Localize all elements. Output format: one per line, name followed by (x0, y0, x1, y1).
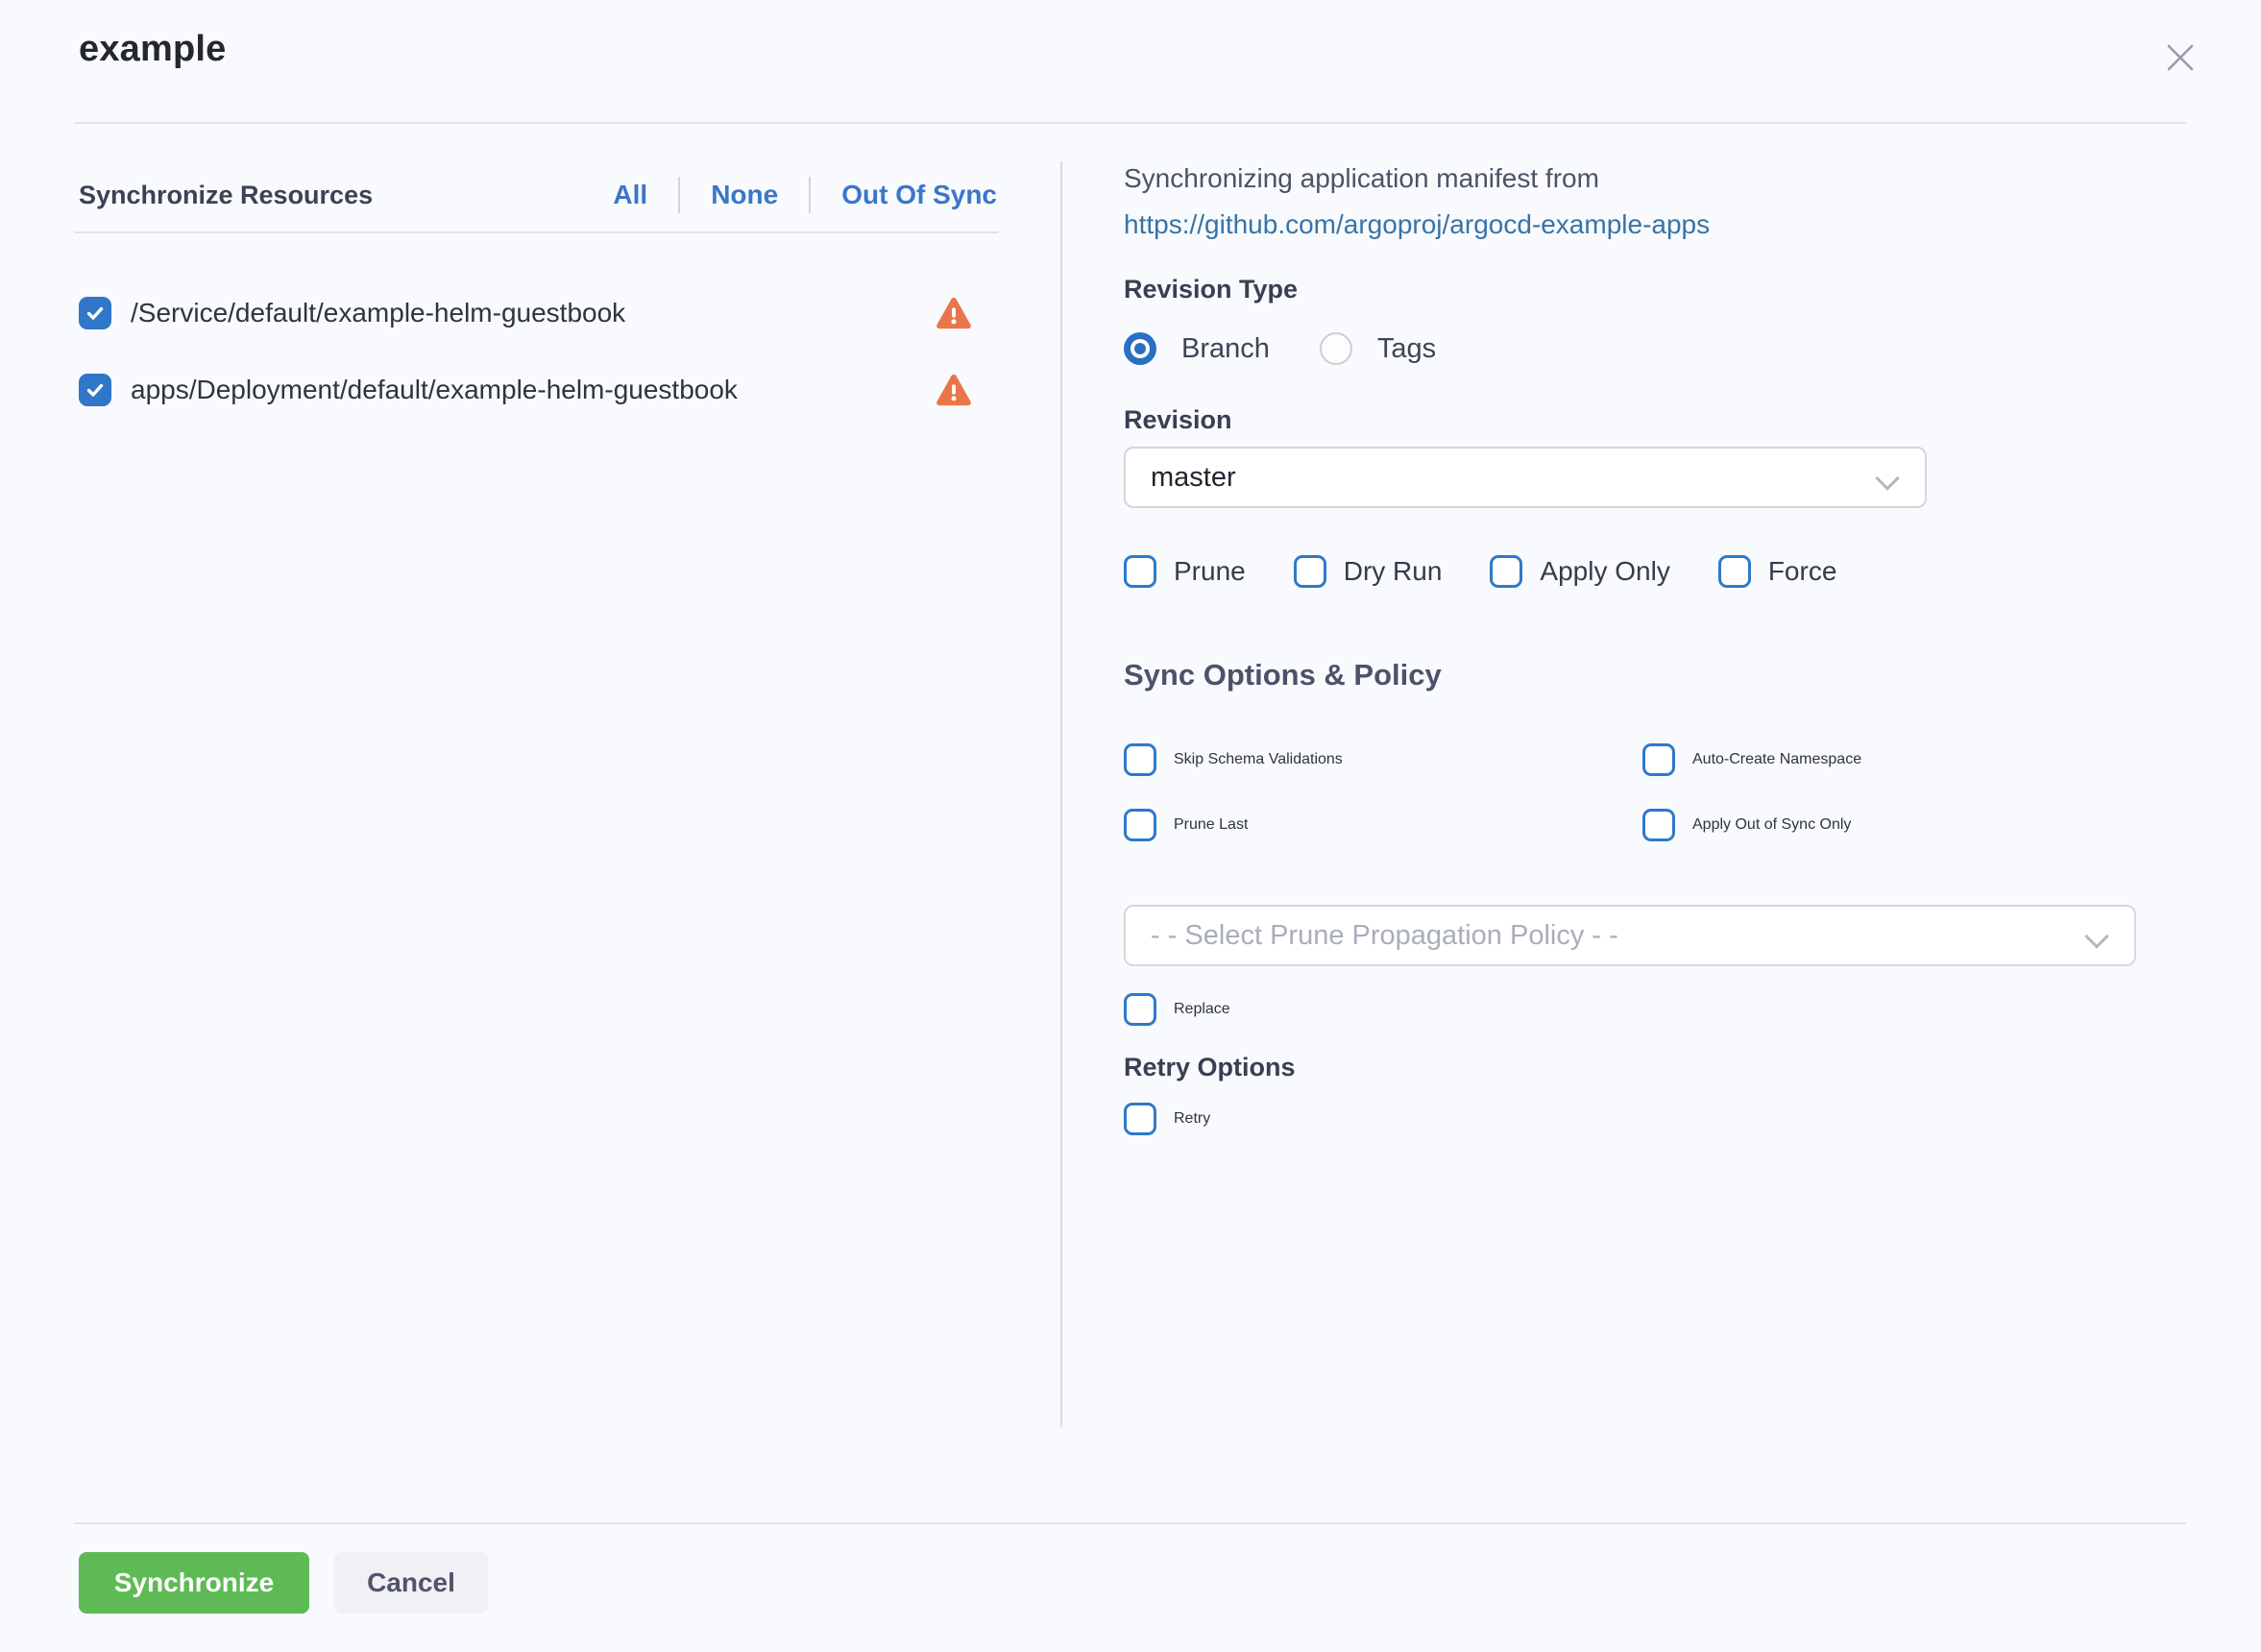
revision-type-radios: Branch Tags (1124, 327, 1461, 371)
tags-radio[interactable] (1320, 332, 1352, 365)
dry-run-checkbox-group: Dry Run (1294, 555, 1443, 588)
revision-type-label: Revision Type (1124, 275, 1298, 304)
resource-name: apps/Deployment/default/example-helm-gue… (131, 375, 914, 405)
prune-propagation-policy-placeholder: - - Select Prune Propagation Policy - - (1151, 920, 1618, 952)
manifest-source-label: Synchronizing application manifest from (1124, 163, 1599, 194)
retry-checkbox-group: Retry (1124, 1097, 1210, 1141)
chevron-down-icon (1875, 466, 1899, 490)
prune-last-checkbox[interactable] (1124, 809, 1156, 841)
dry-run-label: Dry Run (1344, 556, 1443, 587)
apply-only-checkbox-group: Apply Only (1490, 555, 1669, 588)
filter-separator (678, 177, 680, 213)
footer-divider (75, 1522, 2186, 1524)
resource-row: /Service/default/example-helm-guestbook (79, 291, 974, 335)
column-divider (1060, 161, 1062, 1427)
prune-last-group: Prune Last (1124, 803, 1248, 847)
replace-label: Replace (1174, 1001, 1230, 1018)
chevron-down-icon (2084, 924, 2108, 948)
resource-filters: All None Out Of Sync (613, 177, 997, 213)
revision-label: Revision (1124, 405, 1232, 435)
synchronize-resources-header: Synchronize Resources All None Out Of Sy… (79, 171, 997, 219)
skip-schema-validations-label: Skip Schema Validations (1174, 751, 1343, 768)
warning-icon (934, 294, 974, 332)
prune-label: Prune (1174, 556, 1246, 587)
apply-out-of-sync-only-group: Apply Out of Sync Only (1642, 803, 1851, 847)
synchronize-button[interactable]: Synchronize (79, 1552, 309, 1614)
header-divider (75, 122, 2186, 124)
skip-schema-validations-checkbox[interactable] (1124, 743, 1156, 776)
revision-select[interactable]: master (1124, 447, 1927, 508)
prune-propagation-policy-select[interactable]: - - Select Prune Propagation Policy - - (1124, 905, 2136, 966)
resources-divider (75, 231, 999, 233)
filter-none-link[interactable]: None (711, 180, 778, 210)
auto-create-namespace-checkbox[interactable] (1642, 743, 1675, 776)
replace-checkbox[interactable] (1124, 993, 1156, 1026)
retry-options-heading: Retry Options (1124, 1053, 1296, 1082)
synchronize-resources-label: Synchronize Resources (79, 181, 373, 210)
apply-only-checkbox[interactable] (1490, 555, 1522, 588)
page-title: example (79, 29, 227, 70)
branch-radio[interactable] (1124, 332, 1156, 365)
resource-checkbox[interactable] (79, 297, 111, 329)
tags-radio-label: Tags (1377, 333, 1436, 365)
prune-checkbox-group: Prune (1124, 555, 1246, 588)
resource-name: /Service/default/example-helm-guestbook (131, 298, 914, 328)
filter-all-link[interactable]: All (613, 180, 647, 210)
skip-schema-validations-group: Skip Schema Validations (1124, 738, 1343, 782)
sync-options-heading: Sync Options & Policy (1124, 658, 1442, 692)
force-checkbox[interactable] (1718, 555, 1751, 588)
filter-separator (809, 177, 811, 213)
dry-run-checkbox[interactable] (1294, 555, 1326, 588)
force-checkbox-group: Force (1718, 555, 1837, 588)
prune-last-label: Prune Last (1174, 816, 1248, 834)
radio-dot (1134, 343, 1146, 354)
auto-create-namespace-label: Auto-Create Namespace (1692, 751, 1861, 768)
revision-select-value: master (1151, 462, 1236, 494)
manifest-repo-link[interactable]: https://github.com/argoproj/argocd-examp… (1124, 209, 1710, 240)
resource-checkbox[interactable] (79, 374, 111, 406)
radio-inner (1130, 339, 1150, 358)
auto-create-namespace-group: Auto-Create Namespace (1642, 738, 1861, 782)
close-icon[interactable] (2163, 40, 2198, 75)
cancel-button[interactable]: Cancel (334, 1552, 488, 1614)
warning-icon (934, 371, 974, 409)
resource-row: apps/Deployment/default/example-helm-gue… (79, 368, 974, 412)
retry-label: Retry (1174, 1110, 1210, 1128)
branch-radio-label: Branch (1181, 333, 1270, 365)
sync-flags-row: Prune Dry Run Apply Only Force (1124, 549, 1836, 594)
apply-out-of-sync-only-label: Apply Out of Sync Only (1692, 816, 1851, 834)
prune-checkbox[interactable] (1124, 555, 1156, 588)
sync-panel: example Synchronize Resources All None O… (0, 0, 2261, 1652)
apply-out-of-sync-only-checkbox[interactable] (1642, 809, 1675, 841)
force-label: Force (1768, 556, 1837, 587)
replace-checkbox-group: Replace (1124, 987, 1230, 1032)
apply-only-label: Apply Only (1540, 556, 1669, 587)
filter-out-of-sync-link[interactable]: Out Of Sync (841, 180, 997, 210)
retry-checkbox[interactable] (1124, 1103, 1156, 1135)
